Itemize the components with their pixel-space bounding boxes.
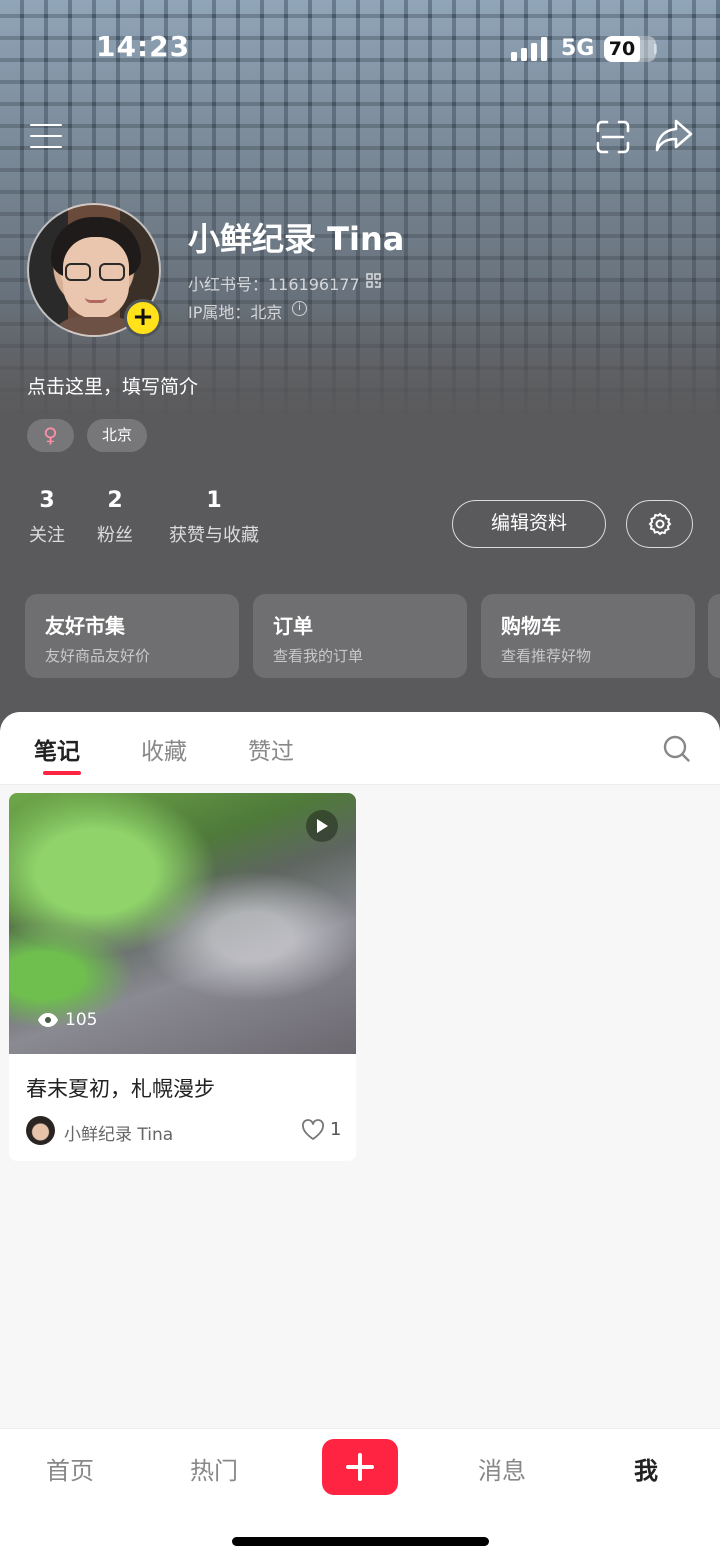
service-subtitle: 友好商品友好价 — [45, 647, 151, 665]
heart-icon[interactable] — [301, 1119, 325, 1141]
active-tab-indicator — [43, 771, 81, 775]
service-title: 友好市集 — [45, 614, 125, 638]
author-avatar — [26, 1116, 55, 1145]
stat-value: 3 — [39, 488, 55, 513]
service-card-overflow[interactable] — [708, 594, 720, 678]
stat-likes-collects[interactable]: 1 获赞与收藏 — [164, 488, 264, 547]
search-icon[interactable] — [662, 734, 692, 764]
nav-messages[interactable]: 消息 — [478, 1451, 526, 1486]
note-card[interactable]: 105 春末夏初，札幌漫步 小鲜纪录 Tina 1 — [9, 793, 356, 1161]
service-friendly-market[interactable]: 友好市集 友好商品友好价 — [25, 594, 239, 678]
nav-me[interactable]: 我 — [634, 1451, 658, 1486]
info-icon[interactable]: i — [292, 301, 307, 316]
city-tag: 北京 — [87, 419, 147, 452]
redbook-id: 小红书号：116196177 — [188, 275, 360, 294]
bio-prompt[interactable]: 点击这里，填写简介 — [27, 372, 198, 399]
stat-value: 1 — [206, 488, 222, 513]
battery-tip — [654, 44, 657, 54]
edit-profile-button[interactable]: 编辑资料 — [452, 500, 606, 548]
status-time: 14:23 — [96, 30, 191, 63]
stat-value: 2 — [107, 488, 123, 513]
service-subtitle: 查看推荐好物 — [501, 647, 592, 665]
play-icon — [306, 810, 338, 842]
settings-button[interactable] — [626, 500, 693, 548]
service-title: 购物车 — [501, 614, 561, 638]
nav-home[interactable]: 首页 — [46, 1451, 94, 1486]
publish-button[interactable] — [322, 1439, 398, 1495]
author-name: 小鲜纪录 Tina — [64, 1125, 174, 1145]
content-panel: 笔记 收藏 赞过 105 春末夏初，札幌漫步 小鲜纪录 Tina 1 — [0, 712, 720, 1428]
plus-icon-v — [358, 1453, 362, 1481]
stat-followers[interactable]: 2 粉丝 — [95, 488, 135, 547]
tab-liked[interactable]: 赞过 — [248, 732, 294, 766]
note-title: 春末夏初，札幌漫步 — [26, 1077, 215, 1101]
battery-level: 70 — [604, 36, 640, 62]
menu-icon[interactable] — [28, 120, 64, 152]
tab-collections[interactable]: 收藏 — [141, 732, 187, 766]
status-bar: 14:23 5G 70 — [0, 0, 720, 100]
signal-icon — [511, 37, 549, 61]
profile-nickname: 小鲜纪录 Tina — [188, 220, 405, 258]
content-tabs: 笔记 收藏 赞过 — [0, 712, 720, 785]
service-cart[interactable]: 购物车 查看推荐好物 — [481, 594, 695, 678]
stat-label: 粉丝 — [97, 525, 133, 546]
view-count-value: 105 — [65, 1010, 98, 1030]
scan-icon[interactable] — [596, 120, 630, 154]
like-count: 1 — [330, 1119, 342, 1140]
tab-notes[interactable]: 笔记 — [34, 732, 80, 766]
gear-icon — [648, 512, 672, 536]
stat-label: 关注 — [29, 525, 65, 546]
service-title: 订单 — [273, 614, 313, 638]
network-type: 5G — [561, 36, 595, 61]
qr-code-icon[interactable] — [366, 273, 381, 288]
stat-following[interactable]: 3 关注 — [27, 488, 67, 547]
battery-icon: 70 — [604, 36, 656, 62]
add-avatar-plus-icon[interactable]: + — [124, 299, 162, 337]
service-orders[interactable]: 订单 查看我的订单 — [253, 594, 467, 678]
nav-trending[interactable]: 热门 — [190, 1451, 238, 1486]
gender-tag: ♀ — [27, 419, 74, 452]
share-icon[interactable] — [654, 118, 694, 154]
service-subtitle: 查看我的订单 — [273, 647, 364, 665]
view-count: 105 — [37, 1010, 97, 1030]
stat-label: 获赞与收藏 — [169, 525, 259, 546]
home-indicator — [232, 1537, 489, 1546]
bottom-nav: 首页 热门 消息 我 — [0, 1428, 720, 1560]
eye-icon — [38, 1013, 58, 1027]
ip-location: IP属地：北京 — [188, 303, 283, 322]
